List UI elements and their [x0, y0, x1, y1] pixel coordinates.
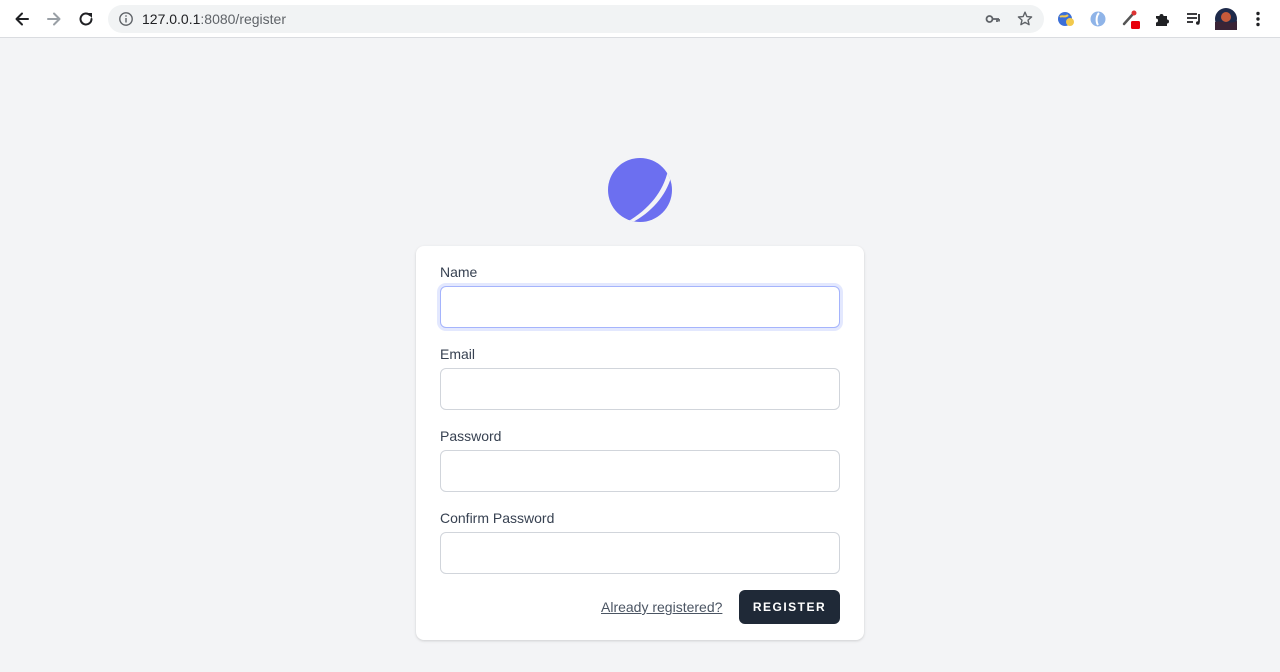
browser-toolbar: 127.0.0.1:8080/register	[0, 0, 1280, 38]
register-card: Name Email Password Confirm Password Alr…	[416, 246, 864, 640]
back-button[interactable]	[10, 7, 34, 31]
key-icon[interactable]	[984, 10, 1002, 28]
more-vert-icon[interactable]	[1247, 8, 1269, 30]
reload-button[interactable]	[74, 7, 98, 31]
arrow-left-icon	[15, 12, 29, 26]
red-badge-extension-icon[interactable]	[1119, 8, 1141, 30]
confirm-password-input[interactable]	[440, 532, 840, 574]
name-label: Name	[440, 264, 478, 280]
blue-extension-icon[interactable]	[1087, 8, 1109, 30]
email-input[interactable]	[440, 368, 840, 410]
url-host: 127.0.0.1	[142, 11, 201, 27]
info-icon[interactable]	[118, 11, 134, 27]
arrow-right-icon	[47, 12, 61, 26]
url-path: :8080/register	[200, 11, 286, 27]
reload-icon	[79, 12, 93, 26]
confirm-password-label: Confirm Password	[440, 510, 555, 526]
profile-avatar[interactable]	[1215, 8, 1237, 30]
reading-list-icon[interactable]	[1183, 8, 1205, 30]
forward-button[interactable]	[42, 7, 66, 31]
app-logo-icon	[608, 158, 672, 222]
puzzle-icon[interactable]	[1151, 8, 1173, 30]
address-bar[interactable]: 127.0.0.1:8080/register	[108, 5, 1044, 33]
star-icon[interactable]	[1016, 10, 1034, 28]
register-button[interactable]: REGISTER	[739, 590, 840, 624]
url-text[interactable]: 127.0.0.1:8080/register	[142, 11, 286, 27]
password-label: Password	[440, 428, 502, 444]
already-registered-link[interactable]: Already registered?	[601, 598, 722, 616]
name-input[interactable]	[440, 286, 840, 328]
email-label: Email	[440, 346, 476, 362]
globe-extension-icon[interactable]	[1055, 8, 1077, 30]
password-input[interactable]	[440, 450, 840, 492]
